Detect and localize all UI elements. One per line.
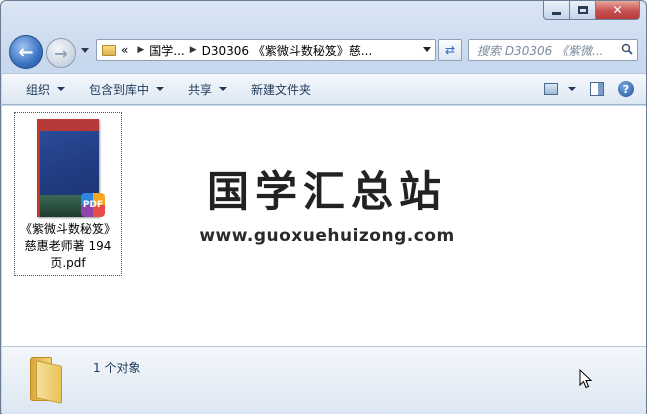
details-pane: 1 个对象	[2, 346, 646, 414]
breadcrumb-separator-icon[interactable]: ▶	[190, 45, 197, 55]
back-button[interactable]: ←	[9, 35, 43, 69]
breadcrumb-item-guoxue[interactable]: 国学...	[149, 42, 184, 59]
include-in-library-menu[interactable]: 包含到库中	[77, 81, 176, 98]
refresh-button[interactable]: ⇄	[438, 39, 462, 61]
minimize-icon	[552, 11, 561, 15]
chevron-down-icon	[57, 87, 66, 91]
file-name[interactable]: 《紫微斗数秘笈》慈惠老师著 194页.pdf	[15, 221, 121, 272]
arrow-left-icon: ←	[18, 41, 34, 63]
recent-pages-dropdown[interactable]	[81, 48, 89, 53]
preview-pane-icon[interactable]	[590, 82, 604, 96]
toolbar-right: ?	[544, 81, 634, 97]
command-toolbar: 组织 包含到库中 共享 新建文件夹 ?	[2, 73, 646, 105]
watermark-url: www.guoxuehuizong.com	[199, 226, 455, 246]
chevron-down-icon	[156, 87, 165, 91]
organize-menu[interactable]: 组织	[2, 81, 77, 98]
close-button[interactable]: ✕	[596, 1, 640, 20]
cover-top-band	[40, 119, 99, 131]
maximize-button[interactable]	[570, 1, 596, 20]
organize-label: 组织	[26, 82, 51, 97]
include-in-library-label: 包含到库中	[89, 82, 150, 97]
change-view-button[interactable]	[544, 83, 576, 95]
share-menu[interactable]: 共享	[176, 81, 239, 98]
file-item-pdf[interactable]: PDF 《紫微斗数秘笈》慈惠老师著 194页.pdf	[14, 112, 122, 276]
file-list[interactable]: PDF 《紫微斗数秘笈》慈惠老师著 194页.pdf 国学汇总站 www.guo…	[2, 106, 646, 346]
share-label: 共享	[188, 82, 213, 97]
chevron-down-icon	[568, 87, 576, 91]
watermark: 国学汇总站 www.guoxuehuizong.com	[192, 166, 462, 246]
view-icon	[544, 83, 558, 95]
breadcrumb-separator-icon: ▶	[137, 45, 145, 55]
close-icon: ✕	[612, 3, 623, 17]
refresh-icon: ⇄	[444, 43, 456, 57]
folder-icon	[30, 357, 64, 404]
mouse-cursor-icon	[579, 369, 593, 389]
item-count: 1 个对象	[93, 361, 141, 375]
address-dropdown-icon[interactable]	[423, 47, 431, 52]
breadcrumb-overflow[interactable]: «	[121, 43, 128, 57]
arrow-right-icon: →	[54, 43, 68, 63]
address-bar[interactable]: « ▶ 国学... ▶ D30306 《紫微斗数秘笈》慈...	[96, 39, 436, 61]
watermark-title: 国学汇总站	[206, 167, 447, 216]
folder-icon	[102, 44, 116, 56]
new-folder-label: 新建文件夹	[251, 82, 312, 97]
minimize-button[interactable]	[543, 1, 570, 20]
chevron-down-icon	[219, 87, 228, 91]
search-input[interactable]: 搜索 D30306 《紫微...	[468, 39, 638, 61]
navigation-bar: ← → « ▶ 国学... ▶ D30306 《紫微斗数秘笈》慈... ⇄ 搜索…	[1, 31, 646, 71]
help-icon[interactable]: ?	[618, 81, 634, 97]
search-placeholder: 搜索 D30306 《紫微...	[477, 43, 604, 58]
maximize-icon	[577, 6, 588, 14]
forward-button[interactable]: →	[46, 38, 76, 68]
breadcrumb-item-current[interactable]: D30306 《紫微斗数秘笈》慈...	[202, 42, 373, 59]
pdf-icon: PDF	[81, 193, 105, 217]
new-folder-button[interactable]: 新建文件夹	[239, 81, 323, 98]
search-icon[interactable]	[621, 43, 633, 55]
explorer-window: ✕ ← → « ▶ 国学... ▶ D30306 《紫微斗数秘笈》慈... ⇄ …	[0, 0, 647, 414]
caption-buttons: ✕	[543, 1, 640, 21]
folder-front	[36, 360, 62, 404]
